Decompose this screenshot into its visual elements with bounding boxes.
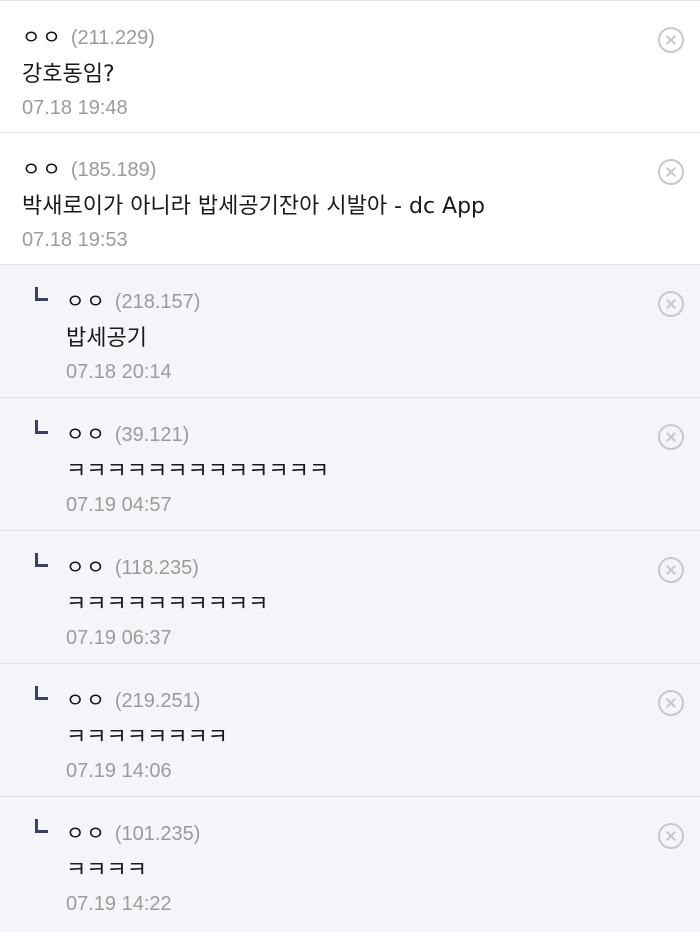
comment-nickname[interactable]: ㅇㅇ xyxy=(22,21,63,50)
comment-ip: (218.157) xyxy=(114,291,201,313)
comment-date: 07.18 19:48 xyxy=(22,97,128,119)
comment-meta: ㅇㅇ (39.121) xyxy=(66,418,620,447)
comment-date: 07.19 14:06 xyxy=(66,760,172,782)
comment-meta: ㅇㅇ (118.235) xyxy=(66,551,620,580)
comment-date: 07.19 14:22 xyxy=(66,893,172,915)
comment-content: ㅇㅇ (118.235) ㅋㅋㅋㅋㅋㅋㅋㅋㅋㅋ 07.19 06:37 xyxy=(66,551,620,650)
comment-item: ㅇㅇ (185.189) 박새로이가 아니라 밥세공기잔아 시발아 - dc A… xyxy=(0,133,700,265)
comment-date: 07.19 04:57 xyxy=(66,494,172,516)
comment-ip: (118.235) xyxy=(114,557,199,579)
reply-arrow-icon xyxy=(35,420,48,434)
comment-content: ㅇㅇ (211.229) 강호동임? 07.18 19:48 xyxy=(22,21,620,120)
comment-nickname[interactable]: ㅇㅇ xyxy=(66,551,107,580)
comment-nickname[interactable]: ㅇㅇ xyxy=(66,418,107,447)
reply-item: ㅇㅇ (101.235) ㅋㅋㅋㅋ 07.19 14:22 xyxy=(0,797,700,932)
comment-meta: ㅇㅇ (211.229) xyxy=(22,21,620,50)
delete-comment-icon[interactable] xyxy=(658,291,684,317)
comment-meta: ㅇㅇ (101.235) xyxy=(66,817,620,846)
comment-date: 07.18 20:14 xyxy=(66,361,172,383)
reply-arrow-icon xyxy=(35,553,48,567)
delete-comment-icon[interactable] xyxy=(658,823,684,849)
comment-content: ㅇㅇ (219.251) ㅋㅋㅋㅋㅋㅋㅋㅋ 07.19 14:06 xyxy=(66,684,620,783)
comment-text: 박새로이가 아니라 밥세공기잔아 시발아 - dc App xyxy=(22,194,486,219)
comment-nickname[interactable]: ㅇㅇ xyxy=(22,153,63,182)
comment-ip: (185.189) xyxy=(70,159,157,181)
reply-arrow-icon xyxy=(35,287,48,301)
comment-item: ㅇㅇ (211.229) 강호동임? 07.18 19:48 xyxy=(0,1,700,133)
comment-meta: ㅇㅇ (219.251) xyxy=(66,684,620,713)
comment-nickname[interactable]: ㅇㅇ xyxy=(66,684,107,713)
comment-text: ㅋㅋㅋㅋㅋㅋㅋㅋㅋㅋㅋㅋㅋ xyxy=(66,459,330,484)
comment-ip: (39.121) xyxy=(114,424,190,446)
comment-meta: ㅇㅇ (185.189) xyxy=(22,153,620,182)
delete-comment-icon[interactable] xyxy=(658,557,684,583)
delete-comment-icon[interactable] xyxy=(658,424,684,450)
comment-content: ㅇㅇ (185.189) 박새로이가 아니라 밥세공기잔아 시발아 - dc A… xyxy=(22,153,620,252)
reply-item: ㅇㅇ (218.157) 밥세공기 07.18 20:14 xyxy=(0,265,700,398)
comment-text: ㅋㅋㅋㅋㅋㅋㅋㅋ xyxy=(66,725,228,750)
comment-ip: (211.229) xyxy=(70,27,155,49)
comment-meta: ㅇㅇ (218.157) xyxy=(66,285,620,314)
comment-list: ㅇㅇ (211.229) 강호동임? 07.18 19:48 ㅇㅇ (185.1… xyxy=(0,0,700,937)
reply-arrow-icon xyxy=(35,686,48,700)
comment-date: 07.18 19:53 xyxy=(22,229,128,251)
reply-item: ㅇㅇ (219.251) ㅋㅋㅋㅋㅋㅋㅋㅋ 07.19 14:06 xyxy=(0,664,700,797)
comment-text: ㅋㅋㅋㅋㅋㅋㅋㅋㅋㅋ xyxy=(66,592,269,617)
reply-arrow-icon xyxy=(35,819,48,833)
comment-content: ㅇㅇ (101.235) ㅋㅋㅋㅋ 07.19 14:22 xyxy=(66,817,620,916)
delete-comment-icon[interactable] xyxy=(658,159,684,185)
comment-date: 07.19 06:37 xyxy=(66,627,172,649)
reply-item: ㅇㅇ (39.121) ㅋㅋㅋㅋㅋㅋㅋㅋㅋㅋㅋㅋㅋ 07.19 04:57 xyxy=(0,398,700,531)
delete-comment-icon[interactable] xyxy=(658,27,684,53)
comment-text: ㅋㅋㅋㅋ xyxy=(66,858,147,883)
comment-content: ㅇㅇ (39.121) ㅋㅋㅋㅋㅋㅋㅋㅋㅋㅋㅋㅋㅋ 07.19 04:57 xyxy=(66,418,620,517)
comment-ip: (101.235) xyxy=(114,823,201,845)
comment-content: ㅇㅇ (218.157) 밥세공기 07.18 20:14 xyxy=(66,285,620,384)
comment-nickname[interactable]: ㅇㅇ xyxy=(66,285,107,314)
comment-nickname[interactable]: ㅇㅇ xyxy=(66,817,107,846)
comment-text: 강호동임? xyxy=(22,62,115,87)
comment-text: 밥세공기 xyxy=(66,326,147,351)
comment-ip: (219.251) xyxy=(114,690,201,712)
delete-comment-icon[interactable] xyxy=(658,690,684,716)
reply-item: ㅇㅇ (118.235) ㅋㅋㅋㅋㅋㅋㅋㅋㅋㅋ 07.19 06:37 xyxy=(0,531,700,664)
